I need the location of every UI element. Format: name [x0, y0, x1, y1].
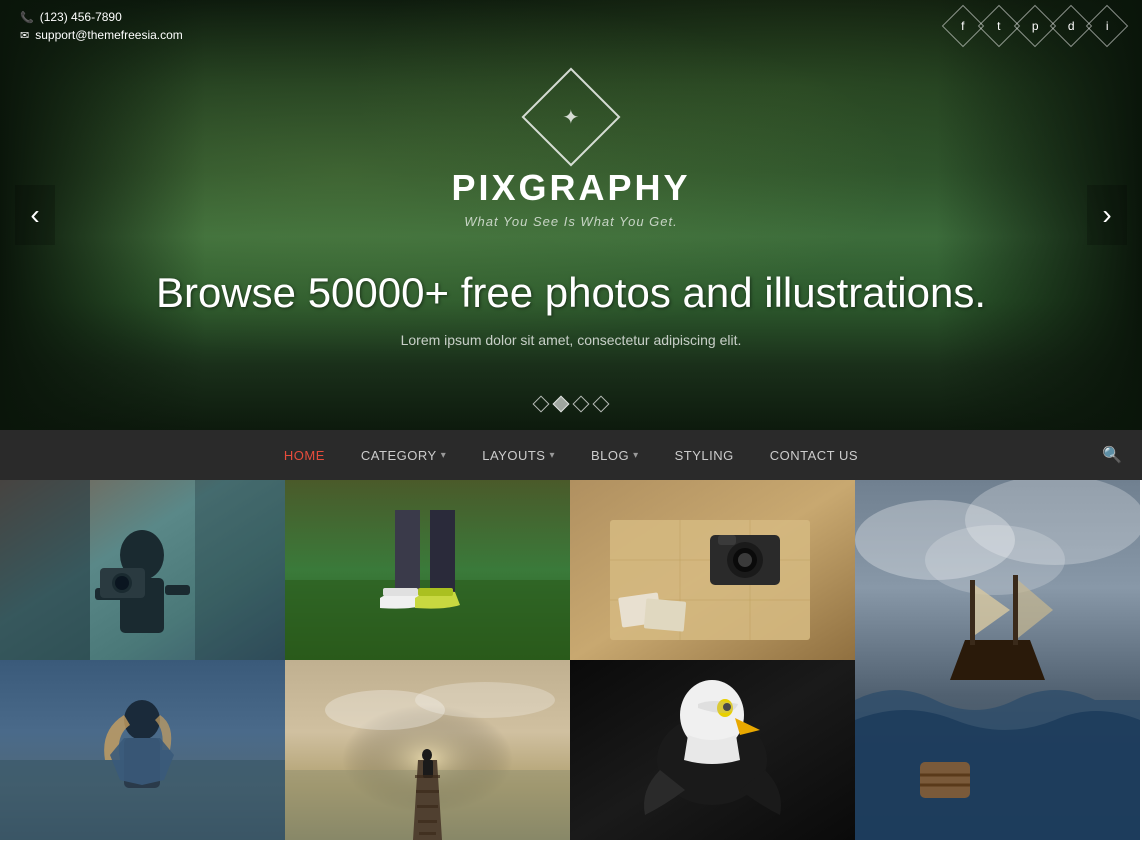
photo-camera-map: [570, 480, 855, 660]
photo-pier-sunset: [285, 660, 570, 840]
nav-category[interactable]: CATEGORY ▾: [343, 430, 464, 480]
site-tagline: What You See Is What You Get.: [156, 214, 986, 229]
slider-dot-4[interactable]: [593, 396, 610, 413]
category-dropdown-arrow: ▾: [441, 450, 447, 461]
photo-cell-1[interactable]: [0, 480, 285, 660]
photo-cell-4[interactable]: [855, 480, 1140, 840]
photo-ship: [855, 480, 1140, 840]
blog-dropdown-arrow: ▾: [633, 450, 639, 461]
hero-headline: Browse 50000+ free photos and illustrati…: [156, 269, 986, 317]
photo-eagle: [570, 660, 855, 840]
phone-info: 📞 (123) 456-7890: [20, 10, 183, 24]
prev-button[interactable]: ‹: [15, 185, 55, 245]
photo-grid: [0, 480, 1142, 840]
nav-layouts[interactable]: LAYOUTS ▾: [464, 430, 573, 480]
contact-info: 📞 (123) 456-7890 ✉ support@themefreesia.…: [20, 10, 183, 42]
hero-content: ✦ PIXGRAPHY What You See Is What You Get…: [156, 82, 986, 348]
nav-contact[interactable]: CONTACT US: [752, 430, 876, 480]
phone-icon: 📞: [20, 11, 34, 24]
photo-cell-2[interactable]: [285, 480, 570, 660]
slider-dot-3[interactable]: [573, 396, 590, 413]
search-button[interactable]: 🔍: [1102, 445, 1122, 465]
photo-sneakers: [285, 480, 570, 660]
nav-blog[interactable]: BLOG ▾: [573, 430, 657, 480]
hero-section: 📞 (123) 456-7890 ✉ support@themefreesia.…: [0, 0, 1142, 430]
email-icon: ✉: [20, 29, 29, 42]
photo-cell-5[interactable]: [0, 660, 285, 840]
hero-subtext: Lorem ipsum dolor sit amet, consectetur …: [156, 332, 986, 348]
navigation: HOME CATEGORY ▾ LAYOUTS ▾ BLOG ▾ STYLING…: [0, 430, 1142, 480]
email-info: ✉ support@themefreesia.com: [20, 28, 183, 42]
photo-cell-3[interactable]: [570, 480, 855, 660]
slider-dot-2[interactable]: [553, 396, 570, 413]
site-title: PIXGRAPHY: [156, 167, 986, 209]
photo-cell-6[interactable]: [285, 660, 570, 840]
layouts-dropdown-arrow: ▾: [549, 450, 555, 461]
slider-dots: [535, 398, 607, 410]
photo-cell-7[interactable]: [570, 660, 855, 840]
logo-symbol: ✦: [563, 104, 580, 129]
next-button[interactable]: ›: [1087, 185, 1127, 245]
photo-photographer: [0, 480, 285, 660]
photo-girl-sea: [0, 660, 285, 840]
nav-home[interactable]: HOME: [266, 430, 343, 480]
top-bar: 📞 (123) 456-7890 ✉ support@themefreesia.…: [0, 0, 1142, 52]
instagram-icon[interactable]: i: [1086, 5, 1128, 47]
slider-dot-1[interactable]: [533, 396, 550, 413]
nav-styling[interactable]: STYLING: [657, 430, 752, 480]
logo-diamond: ✦: [521, 68, 620, 167]
social-icons-group: f t p d i: [948, 11, 1122, 41]
